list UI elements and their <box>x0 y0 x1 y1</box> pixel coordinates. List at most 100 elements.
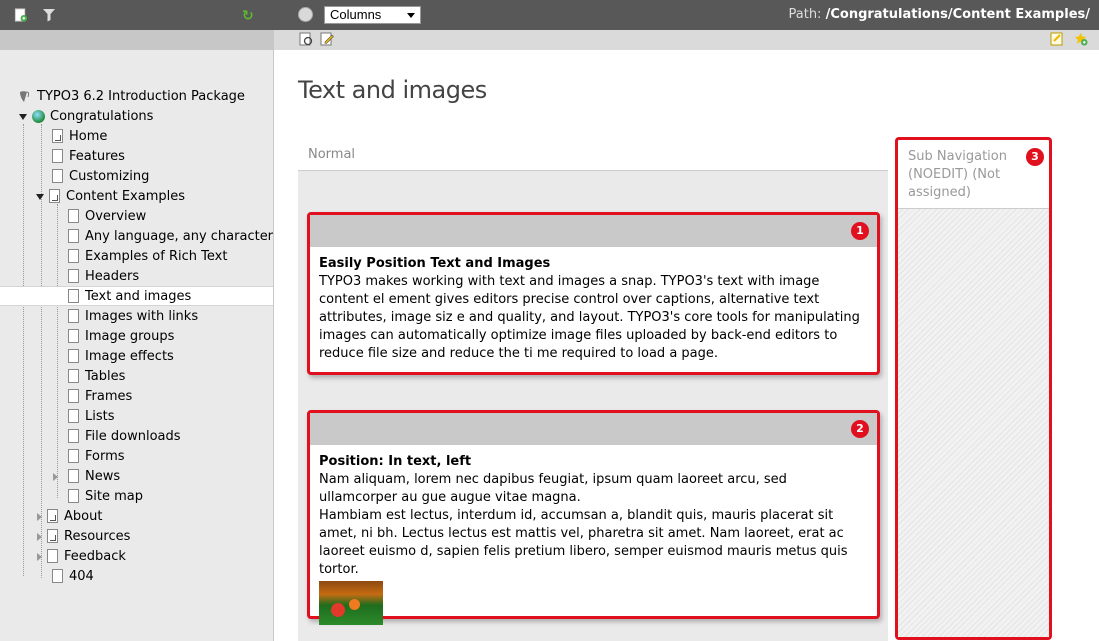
collapse-icon[interactable] <box>36 193 44 200</box>
tree-item-label: Congratulations <box>50 109 154 124</box>
breadcrumb: Path: /Congratulations/Content Examples/ <box>789 7 1091 22</box>
tree-item-label: Lists <box>85 409 115 424</box>
tree-item-any-language[interactable]: Any language, any character <box>68 227 273 247</box>
tree-item-tables[interactable]: Tables <box>68 367 125 387</box>
page-icon <box>68 208 79 223</box>
tree-item-frames[interactable]: Frames <box>68 387 132 407</box>
path-value: /Congratulations/Content Examples/ <box>825 7 1090 22</box>
page-icon <box>68 448 79 463</box>
tree-item-overview[interactable]: Overview <box>68 207 146 227</box>
tree-item-image-effects[interactable]: Image effects <box>68 347 174 367</box>
page-icon <box>52 568 63 583</box>
subnav-label: Sub Navigation (NOEDIT) (Not assigned) <box>908 149 1007 200</box>
page-icon <box>68 328 79 343</box>
expand-icon[interactable] <box>37 552 42 561</box>
tree-item-site-map[interactable]: Site map <box>68 487 143 507</box>
top-toolbar: ↻ Columns Path: /Congratulations/Content… <box>0 0 1099 30</box>
content-element-1[interactable]: 1 Easily Position Text and Images TYPO3 … <box>307 212 880 375</box>
view-mode-icon <box>298 7 313 22</box>
filter-icon[interactable] <box>42 8 56 22</box>
tree-item-content-examples[interactable]: Content Examples <box>36 187 185 207</box>
content-element-text: Hambiam est lectus, interdum id, accumsa… <box>319 508 848 577</box>
tree-toolbar <box>0 30 274 50</box>
content-element-text: Nam aliquam, lorem nec dapibus feugiat, … <box>319 472 787 505</box>
new-content-icon[interactable] <box>1074 32 1088 46</box>
page-icon <box>52 148 63 163</box>
tree-item-headers[interactable]: Headers <box>68 267 139 287</box>
column-header-normal: Normal <box>298 139 888 171</box>
page-module: Text and images Normal 1 Easily Position… <box>275 50 1099 641</box>
clipboard-icon[interactable] <box>1050 32 1064 46</box>
column-normal: 1 Easily Position Text and Images TYPO3 … <box>298 171 888 641</box>
tree-item-label: Image groups <box>85 329 175 344</box>
content-element-text: TYPO3 makes working with text and images… <box>319 274 860 361</box>
tree-item-feedback[interactable]: Feedback <box>37 547 126 567</box>
page-icon <box>68 428 79 443</box>
tree-item-label: Examples of Rich Text <box>85 249 228 264</box>
tree-item-resources[interactable]: Resources <box>37 527 130 547</box>
tree-item-text-and-images[interactable]: Text and images <box>0 286 273 306</box>
content-element-header-bar: 2 <box>310 413 877 445</box>
page-title: Text and images <box>298 76 487 104</box>
page-icon <box>68 368 79 383</box>
new-page-icon[interactable] <box>14 8 28 22</box>
tree-item-label: Image effects <box>85 349 174 364</box>
tree-item-label: Tables <box>85 369 126 384</box>
tree-root-label: TYPO3 6.2 Introduction Package <box>37 89 245 104</box>
tree-item-label: Feedback <box>64 549 126 564</box>
number-badge: 1 <box>851 222 869 240</box>
expand-icon[interactable] <box>37 512 42 521</box>
tree-item-label: About <box>64 509 103 524</box>
tree-item-404[interactable]: 404 <box>52 567 94 587</box>
tree-item-customizing[interactable]: Customizing <box>52 167 149 187</box>
tree-item-label: 404 <box>69 569 94 584</box>
path-label: Path: <box>788 7 822 22</box>
tree-item-file-downloads[interactable]: File downloads <box>68 427 181 447</box>
tree-item-label: Any language, any character <box>85 229 274 244</box>
tree-item-forms[interactable]: Forms <box>68 447 125 467</box>
refresh-icon[interactable]: ↻ <box>242 8 254 24</box>
edit-page-icon[interactable] <box>320 32 334 46</box>
subnav-empty-area <box>898 209 1049 637</box>
expand-icon[interactable] <box>53 472 58 481</box>
page-shortcut-icon <box>47 528 58 543</box>
tree-item-label: Headers <box>85 269 140 284</box>
page-icon <box>52 168 63 183</box>
page-shortcut-icon <box>47 508 58 523</box>
tree-item-news[interactable]: News <box>53 467 120 487</box>
page-tree: TYPO3 6.2 Introduction Package Congratul… <box>0 50 274 641</box>
page-shortcut-icon <box>49 188 60 203</box>
tree-item-label: Features <box>69 149 125 164</box>
tree-item-images-with-links[interactable]: Images with links <box>68 307 198 327</box>
page-icon <box>68 348 79 363</box>
tree-item-image-groups[interactable]: Image groups <box>68 327 174 347</box>
number-badge: 3 <box>1026 148 1044 166</box>
tree-item-congratulations[interactable]: Congratulations <box>19 107 153 127</box>
tree-item-features[interactable]: Features <box>52 147 125 167</box>
column-sub-navigation: Sub Navigation (NOEDIT) (Not assigned) 3 <box>895 137 1052 640</box>
tree-item-label: News <box>85 469 121 484</box>
tree-item-lists[interactable]: Lists <box>68 407 115 427</box>
tree-item-label: Forms <box>85 449 125 464</box>
tree-item-label: Home <box>69 129 108 144</box>
view-select[interactable]: Columns <box>324 6 421 24</box>
tree-item-label: Resources <box>64 529 131 544</box>
view-page-icon[interactable] <box>299 32 313 46</box>
content-element-2[interactable]: 2 Position: In text, left Nam aliquam, l… <box>307 410 880 625</box>
view-select-value: Columns <box>330 7 382 22</box>
tree-item-label: Customizing <box>69 169 150 184</box>
page-icon <box>68 288 79 303</box>
secondary-toolbar <box>0 30 1099 50</box>
tree-item-about[interactable]: About <box>37 507 102 527</box>
tree-root[interactable]: TYPO3 6.2 Introduction Package <box>18 87 245 107</box>
collapse-icon[interactable] <box>19 113 27 120</box>
tree-item-home[interactable]: Home <box>52 127 107 147</box>
page-icon <box>68 408 79 423</box>
expand-icon[interactable] <box>37 532 42 541</box>
content-element-heading: Position: In text, left <box>319 454 472 469</box>
tree-item-rich-text[interactable]: Examples of Rich Text <box>68 247 227 267</box>
page-icon <box>47 548 58 563</box>
content-element-header-bar: 1 <box>310 215 877 247</box>
image-thumbnail <box>319 581 383 625</box>
tree-item-label: Text and images <box>85 289 192 304</box>
